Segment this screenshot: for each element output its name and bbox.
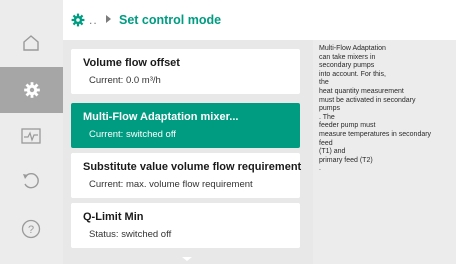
- menu-item-status: Current: max. volume flow requirement: [89, 179, 253, 190]
- menu-item-multi-flow-adaptation[interactable]: Multi-Flow Adaptation mixer... Current: …: [71, 103, 300, 148]
- menu-item-volume-flow-offset[interactable]: Volume flow offset Current: 0.0 m³/h: [71, 49, 300, 94]
- menu-item-q-limit-min[interactable]: Q-Limit Min Status: switched off: [71, 203, 300, 248]
- page-title: Set control mode: [119, 13, 222, 27]
- menu-item-title: Multi-Flow Adaptation mixer...: [83, 111, 239, 123]
- scroll-down-icon[interactable]: [182, 257, 192, 261]
- sidebar-item-home[interactable]: [6, 20, 56, 66]
- breadcrumb-dots[interactable]: ..: [89, 13, 98, 27]
- sidebar-item-help[interactable]: ?: [6, 206, 56, 252]
- menu-item-title: Volume flow offset: [83, 57, 180, 69]
- home-icon: [23, 35, 39, 51]
- menu-item-status: Current: switched off: [89, 129, 176, 140]
- info-panel: Multi-Flow Adaptation can take mixers in…: [313, 40, 456, 264]
- sidebar-item-settings[interactable]: [0, 67, 63, 113]
- sidebar-item-restore[interactable]: [6, 158, 56, 204]
- sidebar: ?: [0, 0, 63, 264]
- diagnostics-icon: [21, 128, 41, 144]
- header: .. Set control mode: [63, 0, 456, 40]
- sidebar-item-diagnostics[interactable]: [6, 113, 56, 159]
- menu-item-substitute-value[interactable]: Substitute value volume flow requirement…: [71, 153, 302, 198]
- menu-item-title: Q-Limit Min: [83, 211, 144, 223]
- menu-item-status: Current: 0.0 m³/h: [89, 75, 161, 86]
- menu-list: Volume flow offset Current: 0.0 m³/h Mul…: [63, 40, 313, 264]
- restore-icon: [23, 173, 39, 189]
- svg-text:?: ?: [28, 224, 34, 236]
- gear-icon: [23, 82, 40, 98]
- info-text: Multi-Flow Adaptation can take mixers in…: [319, 45, 432, 173]
- menu-item-title: Substitute value volume flow requirement: [83, 161, 302, 173]
- help-icon: ?: [21, 219, 41, 239]
- menu-item-status: Status: switched off: [89, 229, 172, 240]
- gear-icon: [71, 13, 85, 27]
- chevron-right-icon: [106, 15, 111, 23]
